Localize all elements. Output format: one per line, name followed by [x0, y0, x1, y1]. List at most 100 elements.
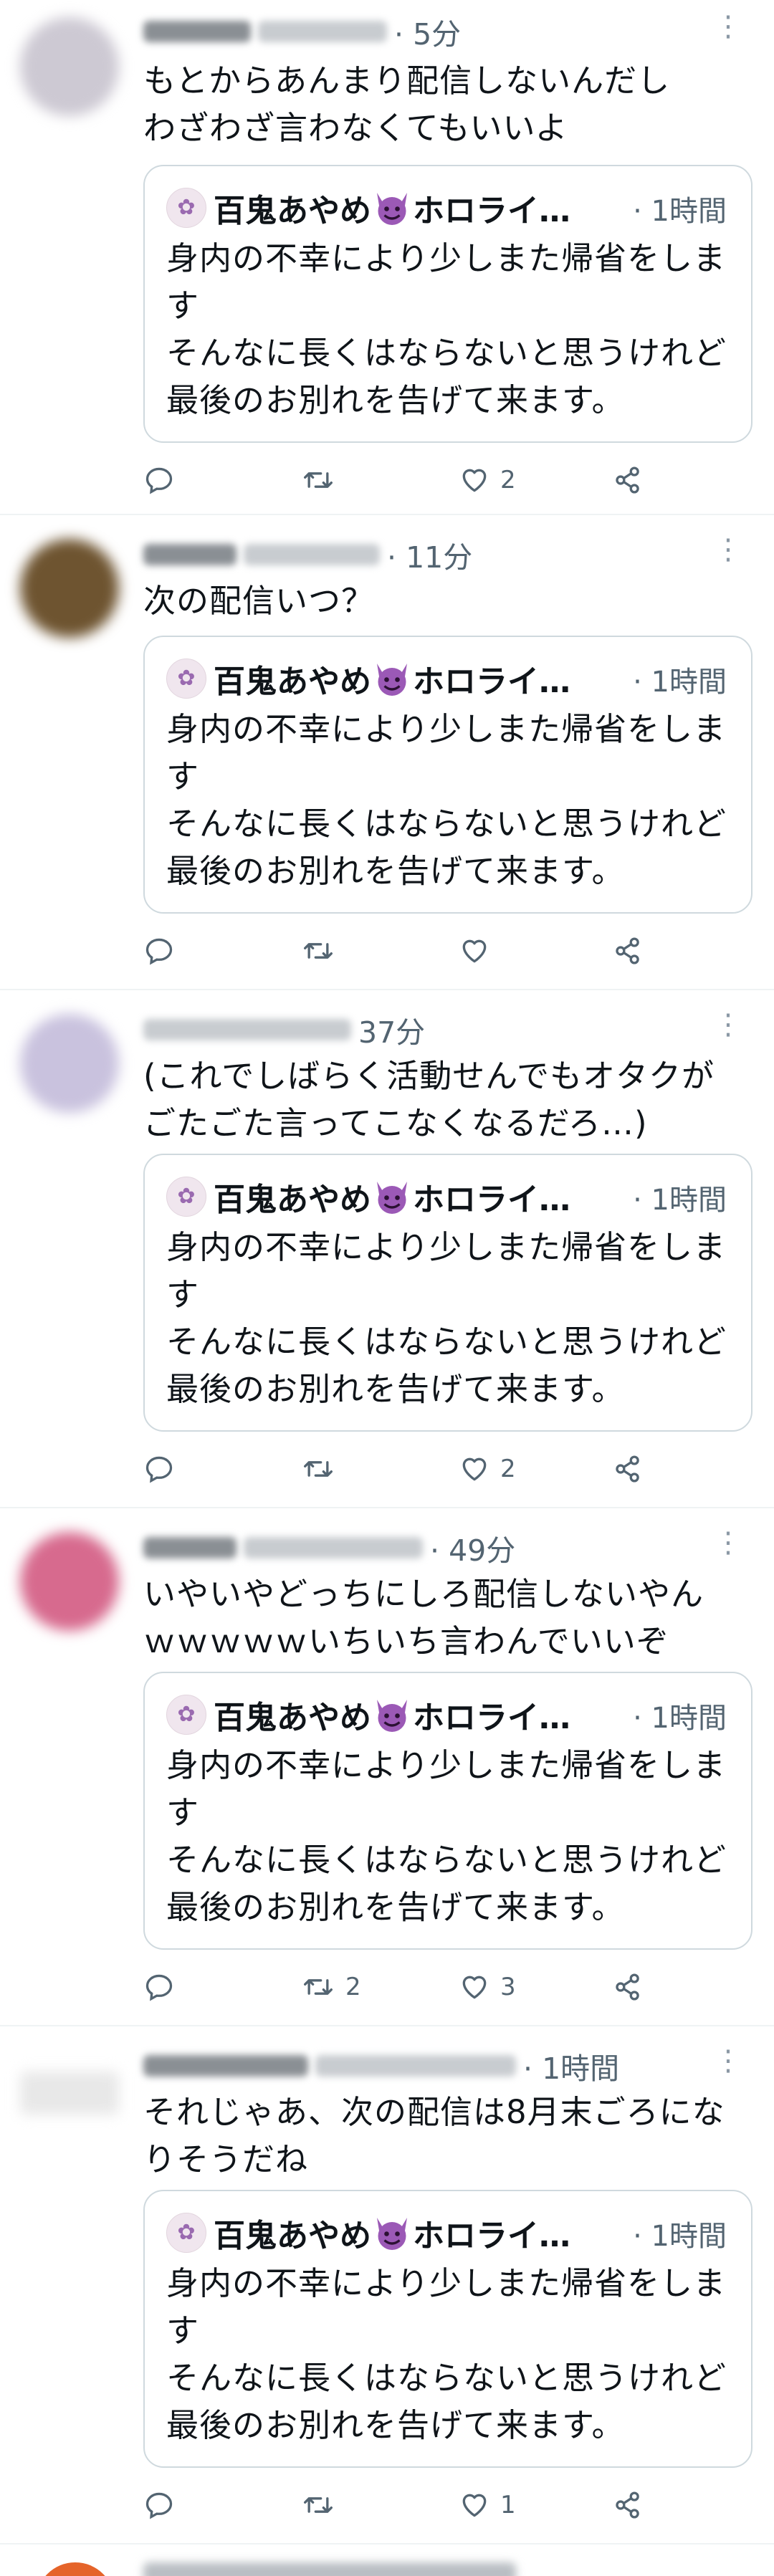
- avatar[interactable]: [20, 1014, 119, 1113]
- heart-icon: [462, 2494, 487, 2517]
- like-button[interactable]: 2: [459, 457, 516, 500]
- share-button[interactable]: [612, 1964, 644, 2007]
- quoted-tweet-time[interactable]: · 1時間: [633, 2213, 727, 2254]
- share-button[interactable]: [612, 928, 644, 971]
- quoted-tweet-card[interactable]: ✿ 百鬼あやめ ホロライ… · 1時間 身内の不幸により少しまた帰省をします そんな…: [143, 1672, 752, 1950]
- tweet-actions: 2: [143, 1446, 688, 1489]
- tweet-text: もとからあんまり配信しないんだし わざわざ言わなくてもいいよ: [143, 62, 671, 147]
- tweet-header: 37分: [143, 1008, 731, 1054]
- avatar[interactable]: [20, 539, 119, 638]
- like-button[interactable]: 1: [459, 2482, 516, 2525]
- reply-button[interactable]: [143, 928, 185, 971]
- reply-tweet[interactable]: · 49分 ⋮ いやいやどっちにしろ配信しないやん ｗｗｗｗｗいちいち言わんでい…: [0, 1510, 774, 2023]
- share-icon: [616, 2491, 639, 2519]
- reply-icon: [145, 1456, 173, 1483]
- blurred-display-name[interactable]: [143, 21, 251, 42]
- quoted-author-suffix: ホロライ…: [413, 193, 570, 229]
- quoted-tweet-time[interactable]: · 1時間: [633, 188, 727, 229]
- quoted-tweet-time[interactable]: · 1時間: [633, 659, 727, 700]
- retweet-button[interactable]: [301, 2482, 345, 2525]
- reply-button[interactable]: [143, 2482, 185, 2525]
- retweet-button[interactable]: [301, 1446, 345, 1489]
- like-button[interactable]: 2: [459, 1446, 516, 1489]
- more-options-icon[interactable]: ⋮: [707, 10, 750, 56]
- reply-button[interactable]: [143, 457, 185, 500]
- quoted-tweet-time[interactable]: · 1時間: [633, 1695, 727, 1736]
- retweet-icon: [304, 942, 333, 959]
- quoted-avatar: ✿: [166, 188, 206, 228]
- reply-icon: [145, 467, 173, 494]
- blurred-header: [143, 2562, 516, 2576]
- heart-icon: [462, 1457, 487, 1480]
- tweet-time[interactable]: 37分: [358, 1015, 425, 1050]
- reply-button[interactable]: [143, 1964, 185, 2007]
- share-button[interactable]: [612, 1446, 644, 1489]
- quoted-author-suffix: ホロライ…: [413, 2218, 570, 2254]
- blurred-handle[interactable]: [315, 2055, 516, 2077]
- blurred-handle[interactable]: [244, 1537, 423, 1558]
- heart-icon: [462, 939, 487, 962]
- smiling-face-with-horns-icon: [377, 664, 407, 696]
- tweet-header: · 11分: [143, 533, 731, 579]
- quoted-tweet-header: ✿ 百鬼あやめ ホロライ… · 1時間: [166, 2210, 734, 2254]
- tweet-time[interactable]: · 49分: [430, 1533, 515, 1568]
- reply-icon: [145, 2492, 173, 2519]
- quoted-author-name: 百鬼あやめ: [214, 2218, 371, 2254]
- blurred-display-name[interactable]: [143, 544, 236, 565]
- smiling-face-with-horns-icon: [377, 2218, 407, 2250]
- quoted-tweet-time[interactable]: · 1時間: [633, 1177, 727, 1218]
- tweet-actions: 2 3: [143, 1964, 688, 2007]
- share-icon: [616, 1455, 639, 1483]
- more-options-icon[interactable]: ⋮: [707, 1526, 750, 1572]
- quoted-tweet-card[interactable]: ✿ 百鬼あやめ ホロライ… · 1時間 身内の不幸により少しまた帰省をします そんな…: [143, 2190, 752, 2468]
- more-options-icon[interactable]: ⋮: [707, 1008, 750, 1054]
- tweet-header: · 49分: [143, 1526, 731, 1572]
- retweet-icon: [304, 1978, 333, 1995]
- quoted-tweet-card[interactable]: ✿ 百鬼あやめ ホロライ… · 1時間 身内の不幸により少しまた帰省をします そんな…: [143, 636, 752, 914]
- reply-tweet[interactable]: · 11分 ⋮ 次の配信いつ？ ✿ 百鬼あやめ ホロライ… · 1時間 身内の不幸に…: [0, 517, 774, 987]
- retweet-button[interactable]: 2: [301, 1964, 361, 2007]
- quoted-author-suffix: ホロライ…: [413, 1700, 570, 1736]
- tweet-actions: [143, 928, 688, 971]
- retweet-button[interactable]: [301, 928, 345, 971]
- tweet-time[interactable]: · 11分: [387, 540, 472, 575]
- heart-icon: [462, 469, 487, 492]
- blurred-display-name[interactable]: [143, 2055, 308, 2077]
- retweet-button[interactable]: [301, 457, 345, 500]
- reply-tweet[interactable]: 37分 ⋮ (これでしばらく活動せんでもオタクがごたごた言ってこなくなるだろ…)…: [0, 992, 774, 1505]
- avatar[interactable]: [20, 2072, 119, 2115]
- share-button[interactable]: [612, 457, 644, 500]
- tweet-time[interactable]: · 5分: [394, 17, 461, 52]
- like-button[interactable]: [459, 928, 500, 971]
- more-options-icon[interactable]: ⋮: [707, 2044, 750, 2090]
- share-icon: [616, 1973, 639, 2001]
- reply-icon: [145, 1974, 173, 2001]
- tweet-divider: [0, 989, 774, 990]
- tweet-text: 次の配信いつ？: [143, 582, 375, 620]
- avatar[interactable]: [20, 17, 119, 116]
- reply-button[interactable]: [143, 1446, 185, 1489]
- quoted-avatar: ✿: [166, 1695, 206, 1735]
- heart-icon: [462, 1976, 487, 1998]
- like-button[interactable]: 3: [459, 1964, 516, 2007]
- quoted-tweet-text: 身内の不幸により少しまた帰省をします そんなに長くはならないと思うけれど最後のお…: [166, 239, 727, 419]
- smiling-face-with-horns-icon: [377, 1182, 407, 1214]
- avatar[interactable]: [20, 1532, 119, 1631]
- tweet-time[interactable]: · 1時間: [523, 2051, 619, 2086]
- avatar[interactable]: [36, 2562, 115, 2576]
- quoted-author-suffix: ホロライ…: [413, 664, 570, 700]
- blurred-display-name[interactable]: [143, 1537, 236, 1558]
- more-options-icon[interactable]: ⋮: [707, 533, 750, 579]
- quoted-tweet-card[interactable]: ✿ 百鬼あやめ ホロライ… · 1時間 身内の不幸により少しまた帰省をします そんな…: [143, 1154, 752, 1432]
- blurred-handle[interactable]: [258, 21, 387, 42]
- blurred-handle[interactable]: [244, 544, 380, 565]
- blurred-display-name[interactable]: [143, 1019, 351, 1040]
- retweet-icon: [304, 1460, 333, 1477]
- reply-tweet-partial[interactable]: [0, 2547, 774, 2576]
- quoted-avatar: ✿: [166, 659, 206, 699]
- reply-tweet[interactable]: · 5分 ⋮ もとからあんまり配信しないんだし わざわざ言わなくてもいいよ ✿ 百…: [0, 0, 774, 512]
- quoted-tweet-card[interactable]: ✿ 百鬼あやめ ホロライ… · 1時間 身内の不幸により少しまた帰省をします そんな…: [143, 165, 752, 443]
- tweet-text: (これでしばらく活動せんでもオタクがごたごた言ってこなくなるだろ…): [143, 1057, 715, 1142]
- reply-tweet[interactable]: · 1時間 ⋮ それじゃあ、次の配信は8月末ごろになりそうだね ✿ 百鬼あやめ ホロ…: [0, 2029, 774, 2541]
- share-button[interactable]: [612, 2482, 644, 2525]
